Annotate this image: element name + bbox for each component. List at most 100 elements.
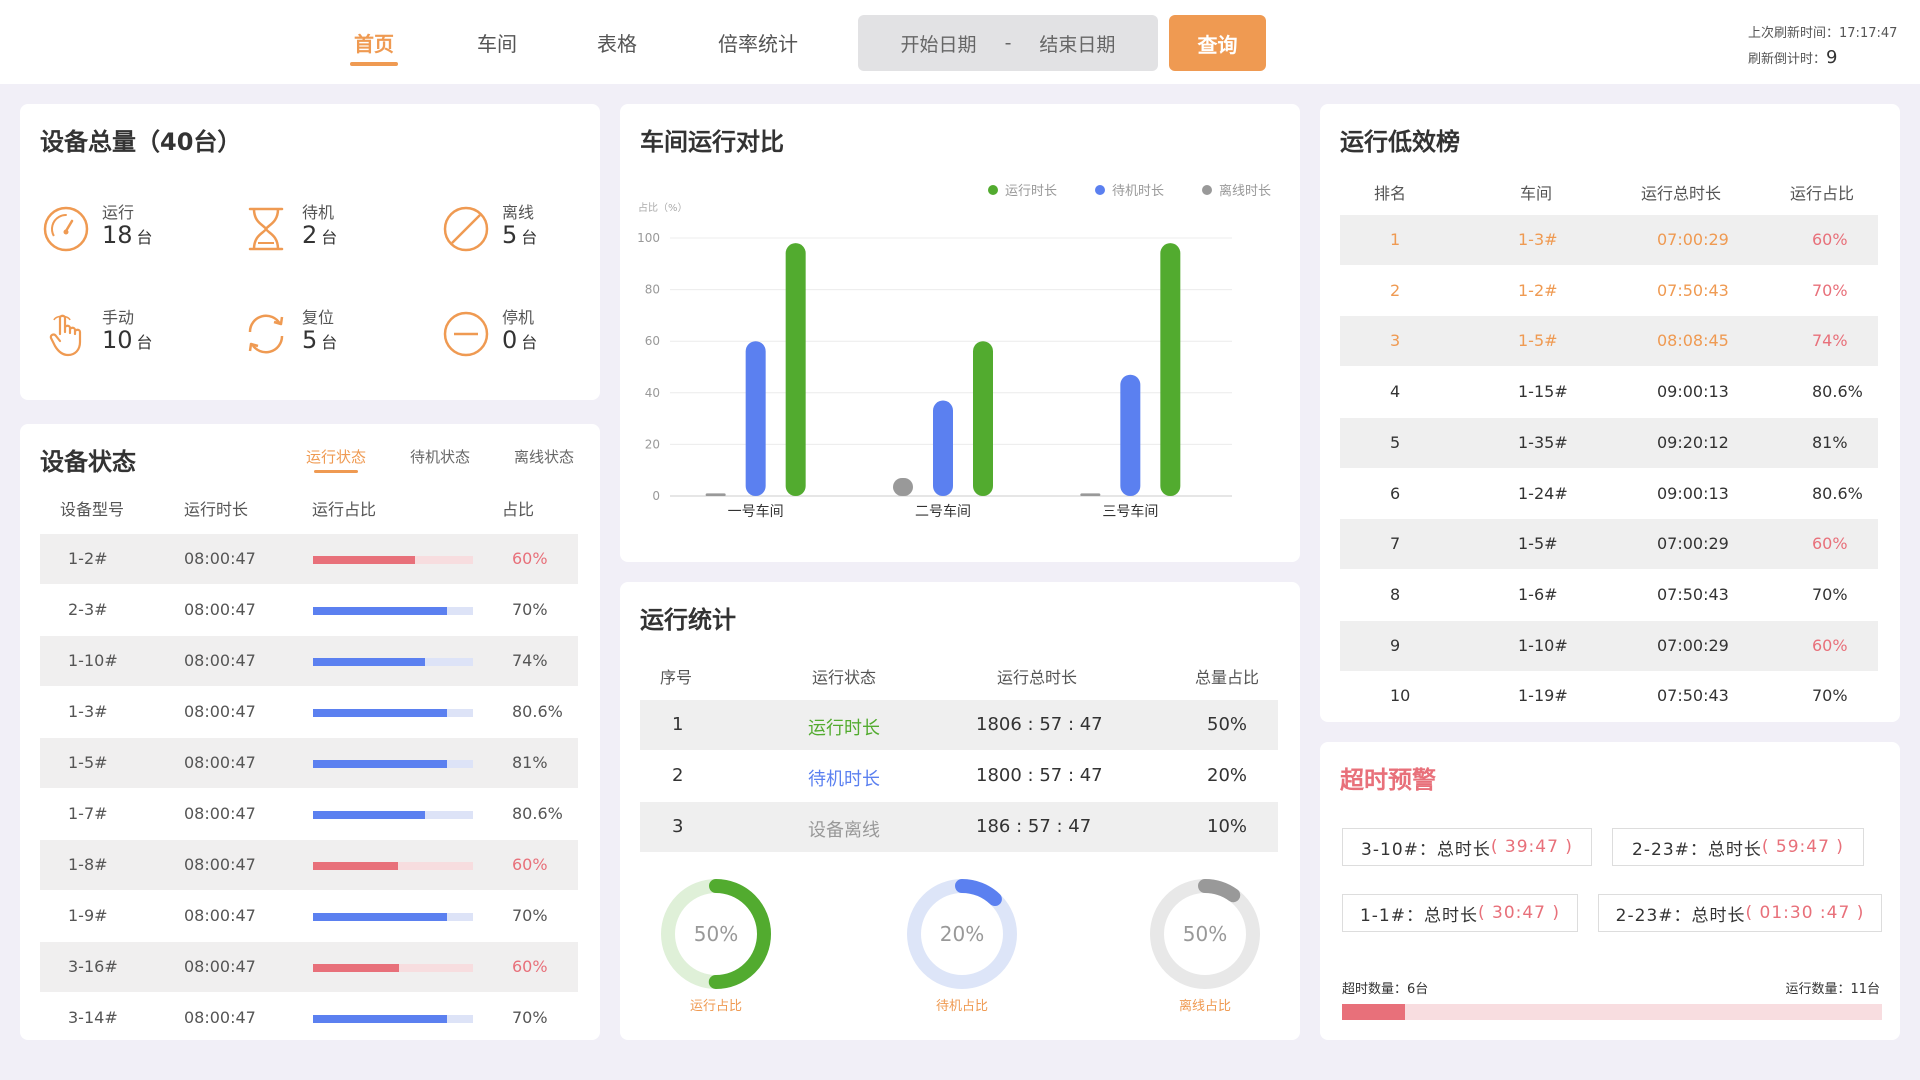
tab-running-status-label: 运行状态 [306, 448, 367, 466]
table-row[interactable]: 7 1-5# 07:00:29 60% [1340, 519, 1878, 570]
y-tick-label: 100 [637, 231, 660, 245]
overtime-item[interactable]: 2-23#：总时长( 59:47 ) [1612, 828, 1864, 866]
end-date-field[interactable]: 结束日期 [1039, 30, 1115, 57]
row-model: 1-2# [68, 549, 108, 568]
table-row[interactable]: 3 1-5# 08:08:45 74% [1340, 316, 1878, 367]
row-duration: 08:00:47 [184, 1008, 256, 1027]
overtime-item[interactable]: 2-23#：总时长( 01:30 :47 ) [1598, 894, 1882, 932]
row-total-duration: 07:00:29 [1657, 534, 1729, 554]
row-rank: 1 [1390, 230, 1401, 249]
legend-item[interactable]: 运行时长 [988, 184, 1057, 199]
run-stats-card: 运行统计 序号 运行状态 运行总时长 总量占比 1 运行时长 1806 : 57 :… [620, 582, 1300, 1040]
table-row[interactable]: 4 1-15# 09:00:13 80.6% [1340, 367, 1878, 417]
x-tick-label: 一号车间 [728, 503, 784, 520]
stat-unit: 台 [321, 228, 338, 247]
row-rank: 8 [1390, 584, 1401, 604]
table-row[interactable]: 3-14# 08:00:47 70% [40, 993, 578, 1043]
stat-standby-label: 待机 [302, 203, 335, 222]
table-row[interactable]: 8 1-6# 07:50:43 70% [1340, 570, 1878, 620]
tab-offline-status[interactable]: 离线状态 [514, 446, 574, 467]
y-tick-label: 20 [645, 437, 660, 451]
row-run-ratio: 60% [1812, 635, 1848, 655]
table-row[interactable]: 10 1-19# 07:50:43 70% [1340, 671, 1878, 721]
query-button[interactable]: 查询 [1169, 15, 1266, 71]
nav-home[interactable]: 首页 [350, 28, 398, 66]
table-row[interactable]: 3 设备离线 186 : 57 : 47 10% [640, 802, 1278, 852]
ratio-bar-track [313, 760, 473, 768]
bar-running[interactable] [785, 243, 806, 496]
legend-label: 离线时长 [1219, 183, 1271, 199]
nav-table[interactable]: 表格 [597, 28, 637, 57]
bar-running[interactable] [1160, 243, 1181, 496]
table-row[interactable]: 5 1-35# 09:20:12 81% [1340, 417, 1878, 468]
table-row[interactable]: 2 待机时长 1800 : 57 : 47 20% [640, 751, 1278, 801]
donut-value: 20% [940, 922, 984, 946]
donut-value: 50% [694, 922, 738, 946]
nav-ratio-stats[interactable]: 倍率统计 [718, 28, 798, 57]
ratio-bar-fill [313, 811, 425, 819]
col-header-run-ratio: 运行占比 [1790, 184, 1855, 203]
table-row[interactable]: 6 1-24# 09:00:13 80.6% [1340, 469, 1878, 519]
refresh-info: 上次刷新时间：17:17:47 刷新倒计时：9 [1748, 22, 1897, 72]
ratio-bar-track [313, 862, 473, 870]
col-header-duration: 运行时长 [184, 500, 249, 519]
overtime-warning-card: 超时预警 3-10#：总时长( 39:47 ) 2-23#：总时长( 59:47… [1320, 742, 1900, 1040]
row-run-ratio: 60% [1812, 534, 1848, 554]
bar-offline[interactable] [705, 493, 726, 496]
row-total-duration: 07:50:43 [1657, 584, 1729, 604]
tab-standby-status[interactable]: 待机状态 [410, 446, 470, 467]
overtime-item-name: 3-10#：总时长 [1361, 839, 1491, 860]
bar-standby[interactable] [1120, 374, 1141, 496]
gauge-icon [43, 206, 89, 252]
row-workshop: 1-35# [1518, 432, 1568, 452]
table-row[interactable]: 1-7# 08:00:47 80.6% [40, 789, 578, 839]
bar-standby[interactable] [745, 341, 766, 496]
table-row[interactable]: 9 1-10# 07:00:29 60% [1340, 620, 1878, 671]
row-rank: 10 [1390, 686, 1411, 706]
overtime-item[interactable]: 1-1#：总时长( 30:47 ) [1342, 894, 1578, 932]
table-row[interactable]: 1-8# 08:00:47 60% [40, 840, 578, 890]
row-duration: 08:00:47 [184, 855, 256, 874]
top-bar: 首页 车间 表格 倍率统计 开始日期 - 结束日期 查询 上次刷新时间：17:1… [0, 0, 1920, 84]
legend-item[interactable]: 离线时长 [1202, 183, 1271, 199]
table-row[interactable]: 1-10# 08:00:47 74% [40, 636, 578, 686]
row-total-duration: 07:00:29 [1657, 230, 1729, 249]
bar-offline[interactable] [1080, 493, 1101, 496]
row-share: 20% [1207, 765, 1248, 786]
table-row[interactable]: 2-3# 08:00:47 70% [40, 585, 578, 635]
table-row[interactable]: 3-16# 08:00:47 60% [40, 942, 578, 992]
row-workshop: 1-5# [1518, 331, 1558, 351]
table-row[interactable]: 1-9# 08:00:47 70% [40, 891, 578, 941]
tab-running-status[interactable]: 运行状态 [306, 446, 367, 473]
table-row[interactable]: 1-3# 08:00:47 80.6% [40, 687, 578, 737]
table-row[interactable]: 1 1-3# 07:00:29 60% [1340, 215, 1878, 265]
row-share: 50% [1207, 714, 1248, 735]
ban-icon [443, 206, 489, 252]
legend-item[interactable]: 待机时长 [1095, 184, 1164, 199]
bar-standby[interactable] [933, 400, 953, 496]
row-model: 1-7# [68, 804, 108, 823]
bar-running[interactable] [973, 341, 993, 496]
row-total-duration: 07:50:43 [1657, 280, 1729, 300]
table-row[interactable]: 1-2# 08:00:47 60% [40, 534, 578, 584]
countdown-value: 9 [1826, 47, 1838, 68]
row-workshop: 1-10# [1518, 635, 1568, 655]
row-run-ratio: 81% [1812, 432, 1848, 452]
stat-unit: 台 [521, 333, 538, 352]
overtime-item[interactable]: 3-10#：总时长( 39:47 ) [1342, 828, 1592, 866]
row-run-ratio: 70% [1812, 686, 1848, 706]
table-row[interactable]: 2 1-2# 07:50:43 70% [1340, 266, 1878, 316]
x-tick-label: 三号车间 [1102, 503, 1158, 520]
bar-offline[interactable] [893, 477, 913, 496]
col-header-total: 运行总时长 [997, 668, 1078, 687]
date-range-picker[interactable]: 开始日期 - 结束日期 [858, 15, 1158, 71]
y-tick-label: 40 [645, 386, 660, 400]
ratio-bar-track [313, 607, 473, 615]
nav-workshop[interactable]: 车间 [477, 28, 517, 57]
row-status: 运行时长 [808, 718, 880, 739]
table-row[interactable]: 1 运行时长 1806 : 57 : 47 50% [640, 700, 1278, 750]
ratio-bar-track [313, 1015, 473, 1023]
table-row[interactable]: 1-5# 08:00:47 81% [40, 738, 578, 788]
y-tick-label: 80 [645, 283, 660, 297]
start-date-field[interactable]: 开始日期 [901, 30, 977, 57]
